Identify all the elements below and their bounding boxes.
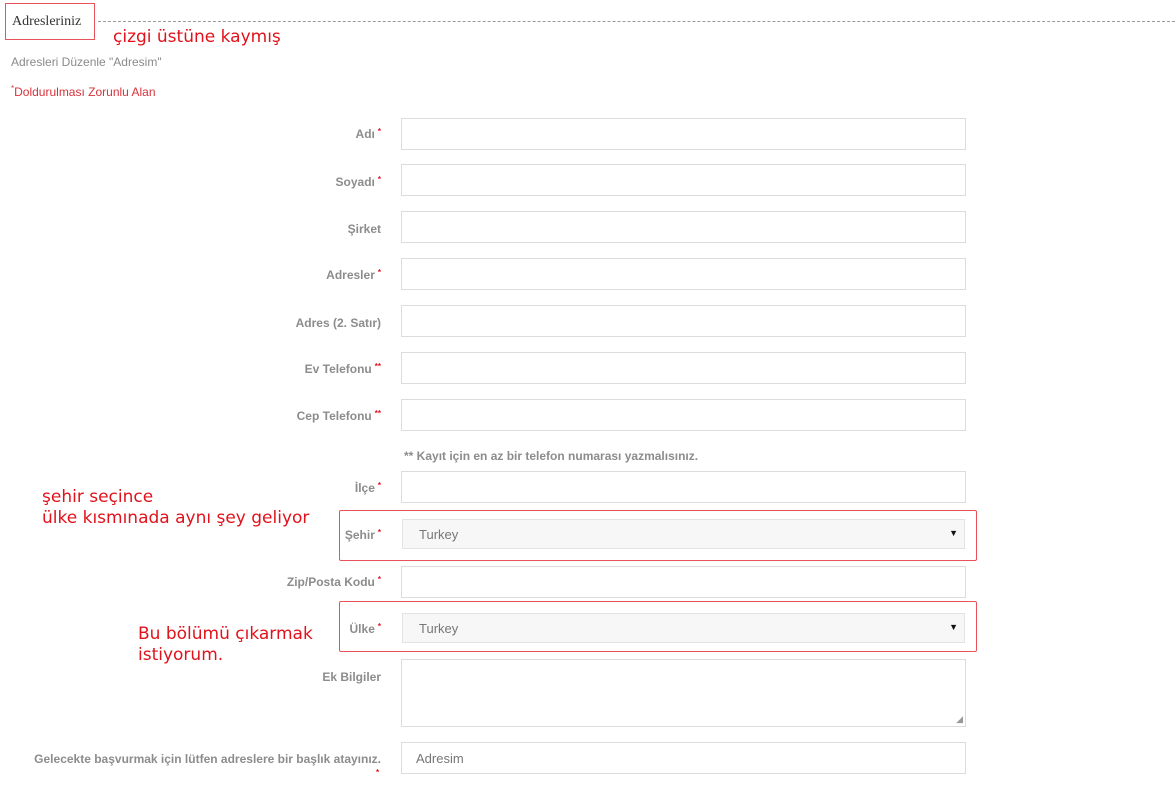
section-heading: Adresleriniz — [5, 3, 95, 40]
zip-label: Zip/Posta Kodu * — [286, 575, 381, 589]
alias-input[interactable]: Adresim — [401, 742, 966, 774]
chevron-down-icon: ▼ — [949, 622, 958, 632]
required-note: *Doldurulması Zorunlu Alan — [11, 84, 156, 99]
city-select[interactable]: Turkey ▼ — [402, 519, 965, 549]
address2-input[interactable] — [401, 305, 966, 337]
alias-label: Gelecekte başvurmak için lütfen adresler… — [34, 752, 381, 766]
additional-textarea[interactable]: ◢ — [401, 659, 966, 727]
first-name-input[interactable] — [401, 118, 966, 150]
home-phone-label: Ev Telefonu ** — [304, 362, 381, 376]
resize-grip-icon[interactable]: ◢ — [956, 714, 963, 725]
required-note-text: Doldurulması Zorunlu Alan — [14, 85, 156, 99]
mobile-phone-input[interactable] — [401, 399, 966, 431]
chevron-down-icon: ▼ — [949, 528, 958, 538]
mobile-phone-label: Cep Telefonu ** — [296, 409, 381, 423]
alias-required-marker: * — [376, 768, 380, 777]
address2-label: Adres (2. Satır) — [295, 316, 381, 330]
phone-hint: ** Kayıt için en az bir telefon numarası… — [404, 449, 699, 463]
district-input[interactable] — [401, 471, 966, 503]
page-subtitle: Adresleri Düzenle "Adresim" — [11, 55, 162, 69]
country-label: Ülke * — [349, 622, 381, 636]
home-phone-input[interactable] — [401, 352, 966, 384]
last-name-label: Soyadı * — [335, 175, 381, 189]
annotation-top: çizgi üstüne kaymış — [113, 27, 281, 47]
city-label: Şehir * — [344, 528, 381, 542]
dashed-divider — [98, 21, 1175, 22]
additional-label: Ek Bilgiler — [322, 670, 381, 684]
company-input[interactable] — [401, 211, 966, 243]
annotation-country: Bu bölümü çıkarmak istiyorum. — [138, 624, 313, 666]
address1-label: Adresler * — [326, 268, 381, 282]
country-select-value: Turkey — [419, 621, 459, 636]
first-name-label: Adı * — [355, 127, 381, 141]
city-select-value: Turkey — [419, 527, 459, 542]
district-label: İlçe * — [354, 481, 381, 495]
address1-input[interactable] — [401, 258, 966, 290]
last-name-input[interactable] — [401, 164, 966, 196]
company-label: Şirket — [347, 222, 381, 236]
country-select[interactable]: Turkey ▼ — [402, 613, 965, 643]
zip-input[interactable] — [401, 566, 966, 598]
annotation-city: şehir seçince ülke kısmınada aynı şey ge… — [42, 487, 310, 529]
